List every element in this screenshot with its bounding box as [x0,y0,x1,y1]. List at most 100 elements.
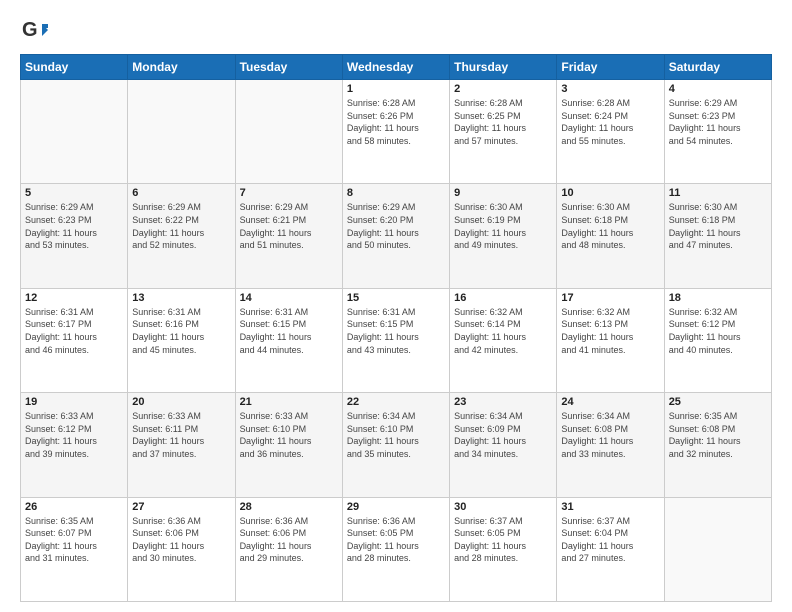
day-info: Sunrise: 6:30 AM Sunset: 6:19 PM Dayligh… [454,201,552,251]
day-number: 7 [240,187,338,199]
day-info: Sunrise: 6:32 AM Sunset: 6:14 PM Dayligh… [454,306,552,356]
calendar-week-row: 12 Sunrise: 6:31 AM Sunset: 6:17 PM Dayli… [21,288,772,392]
weekday-header-tuesday: Tuesday [235,55,342,80]
calendar-week-row: 26 Sunrise: 6:35 AM Sunset: 6:07 PM Dayli… [21,497,772,601]
calendar-cell: 12 Sunrise: 6:31 AM Sunset: 6:17 PM Dayli… [21,288,128,392]
day-info: Sunrise: 6:37 AM Sunset: 6:04 PM Dayligh… [561,515,659,565]
calendar-cell: 2 Sunrise: 6:28 AM Sunset: 6:25 PM Daylig… [450,80,557,184]
day-number: 16 [454,292,552,304]
day-info: Sunrise: 6:28 AM Sunset: 6:24 PM Dayligh… [561,97,659,147]
calendar-cell: 23 Sunrise: 6:34 AM Sunset: 6:09 PM Dayli… [450,393,557,497]
day-number: 24 [561,396,659,408]
day-number: 30 [454,501,552,513]
calendar-week-row: 19 Sunrise: 6:33 AM Sunset: 6:12 PM Dayli… [21,393,772,497]
day-number: 2 [454,83,552,95]
day-info: Sunrise: 6:31 AM Sunset: 6:15 PM Dayligh… [240,306,338,356]
day-number: 8 [347,187,445,199]
day-info: Sunrise: 6:35 AM Sunset: 6:07 PM Dayligh… [25,515,123,565]
day-info: Sunrise: 6:31 AM Sunset: 6:17 PM Dayligh… [25,306,123,356]
calendar-cell: 18 Sunrise: 6:32 AM Sunset: 6:12 PM Dayli… [664,288,771,392]
calendar-cell [21,80,128,184]
day-info: Sunrise: 6:34 AM Sunset: 6:09 PM Dayligh… [454,410,552,460]
calendar-week-row: 1 Sunrise: 6:28 AM Sunset: 6:26 PM Daylig… [21,80,772,184]
weekday-header-friday: Friday [557,55,664,80]
day-info: Sunrise: 6:37 AM Sunset: 6:05 PM Dayligh… [454,515,552,565]
day-number: 15 [347,292,445,304]
weekday-header-wednesday: Wednesday [342,55,449,80]
day-number: 23 [454,396,552,408]
calendar-cell: 14 Sunrise: 6:31 AM Sunset: 6:15 PM Dayli… [235,288,342,392]
day-info: Sunrise: 6:29 AM Sunset: 6:22 PM Dayligh… [132,201,230,251]
calendar-cell [235,80,342,184]
calendar-cell: 31 Sunrise: 6:37 AM Sunset: 6:04 PM Dayli… [557,497,664,601]
calendar-cell: 21 Sunrise: 6:33 AM Sunset: 6:10 PM Dayli… [235,393,342,497]
day-info: Sunrise: 6:30 AM Sunset: 6:18 PM Dayligh… [561,201,659,251]
calendar-cell: 25Sunrise: 6:35 AM Sunset: 6:08 PM Dayli… [664,393,771,497]
day-info: Sunrise: 6:36 AM Sunset: 6:06 PM Dayligh… [132,515,230,565]
weekday-header-sunday: Sunday [21,55,128,80]
day-info: Sunrise: 6:33 AM Sunset: 6:11 PM Dayligh… [132,410,230,460]
day-number: 19 [25,396,123,408]
calendar-cell: 29Sunrise: 6:36 AM Sunset: 6:05 PM Dayli… [342,497,449,601]
day-info: Sunrise: 6:34 AM Sunset: 6:10 PM Dayligh… [347,410,445,460]
calendar-week-row: 5Sunrise: 6:29 AM Sunset: 6:23 PM Daylig… [21,184,772,288]
header: G [20,16,772,44]
day-number: 27 [132,501,230,513]
day-number: 28 [240,501,338,513]
day-number: 6 [132,187,230,199]
day-info: Sunrise: 6:28 AM Sunset: 6:25 PM Dayligh… [454,97,552,147]
calendar-cell: 16 Sunrise: 6:32 AM Sunset: 6:14 PM Dayli… [450,288,557,392]
day-info: Sunrise: 6:32 AM Sunset: 6:12 PM Dayligh… [669,306,767,356]
day-info: Sunrise: 6:29 AM Sunset: 6:21 PM Dayligh… [240,201,338,251]
logo: G [20,16,50,44]
weekday-header-thursday: Thursday [450,55,557,80]
svg-text:G: G [22,19,38,41]
calendar-cell: 9 Sunrise: 6:30 AM Sunset: 6:19 PM Daylig… [450,184,557,288]
calendar-cell: 5Sunrise: 6:29 AM Sunset: 6:23 PM Daylig… [21,184,128,288]
day-number: 13 [132,292,230,304]
day-number: 31 [561,501,659,513]
calendar-cell: 11 Sunrise: 6:30 AM Sunset: 6:18 PM Dayli… [664,184,771,288]
calendar-cell: 19 Sunrise: 6:33 AM Sunset: 6:12 PM Dayli… [21,393,128,497]
calendar-cell [664,497,771,601]
day-info: Sunrise: 6:30 AM Sunset: 6:18 PM Dayligh… [669,201,767,251]
calendar-table: SundayMondayTuesdayWednesdayThursdayFrid… [20,54,772,602]
day-number: 10 [561,187,659,199]
calendar-cell: 22 Sunrise: 6:34 AM Sunset: 6:10 PM Dayli… [342,393,449,497]
day-number: 20 [132,396,230,408]
day-number: 9 [454,187,552,199]
day-info: Sunrise: 6:28 AM Sunset: 6:26 PM Dayligh… [347,97,445,147]
day-number: 11 [669,187,767,199]
day-number: 18 [669,292,767,304]
day-number: 14 [240,292,338,304]
weekday-header-row: SundayMondayTuesdayWednesdayThursdayFrid… [21,55,772,80]
calendar-cell: 6 Sunrise: 6:29 AM Sunset: 6:22 PM Daylig… [128,184,235,288]
day-info: Sunrise: 6:32 AM Sunset: 6:13 PM Dayligh… [561,306,659,356]
calendar-cell: 10 Sunrise: 6:30 AM Sunset: 6:18 PM Dayli… [557,184,664,288]
day-number: 12 [25,292,123,304]
calendar-cell: 4Sunrise: 6:29 AM Sunset: 6:23 PM Daylig… [664,80,771,184]
day-info: Sunrise: 6:29 AM Sunset: 6:23 PM Dayligh… [669,97,767,147]
day-info: Sunrise: 6:33 AM Sunset: 6:10 PM Dayligh… [240,410,338,460]
day-info: Sunrise: 6:31 AM Sunset: 6:16 PM Dayligh… [132,306,230,356]
day-number: 3 [561,83,659,95]
calendar-cell: 20 Sunrise: 6:33 AM Sunset: 6:11 PM Dayli… [128,393,235,497]
calendar-cell: 17 Sunrise: 6:32 AM Sunset: 6:13 PM Dayli… [557,288,664,392]
day-info: Sunrise: 6:33 AM Sunset: 6:12 PM Dayligh… [25,410,123,460]
day-number: 26 [25,501,123,513]
day-number: 29 [347,501,445,513]
day-number: 17 [561,292,659,304]
calendar-cell: 13 Sunrise: 6:31 AM Sunset: 6:16 PM Dayli… [128,288,235,392]
day-number: 22 [347,396,445,408]
calendar-cell: 28Sunrise: 6:36 AM Sunset: 6:06 PM Dayli… [235,497,342,601]
day-info: Sunrise: 6:29 AM Sunset: 6:20 PM Dayligh… [347,201,445,251]
day-number: 21 [240,396,338,408]
calendar-cell: 8 Sunrise: 6:29 AM Sunset: 6:20 PM Daylig… [342,184,449,288]
calendar-cell: 24Sunrise: 6:34 AM Sunset: 6:08 PM Dayli… [557,393,664,497]
weekday-header-saturday: Saturday [664,55,771,80]
day-number: 25 [669,396,767,408]
logo-icon: G [20,16,48,44]
calendar-cell: 30 Sunrise: 6:37 AM Sunset: 6:05 PM Dayli… [450,497,557,601]
calendar-cell: 15Sunrise: 6:31 AM Sunset: 6:15 PM Dayli… [342,288,449,392]
day-number: 1 [347,83,445,95]
